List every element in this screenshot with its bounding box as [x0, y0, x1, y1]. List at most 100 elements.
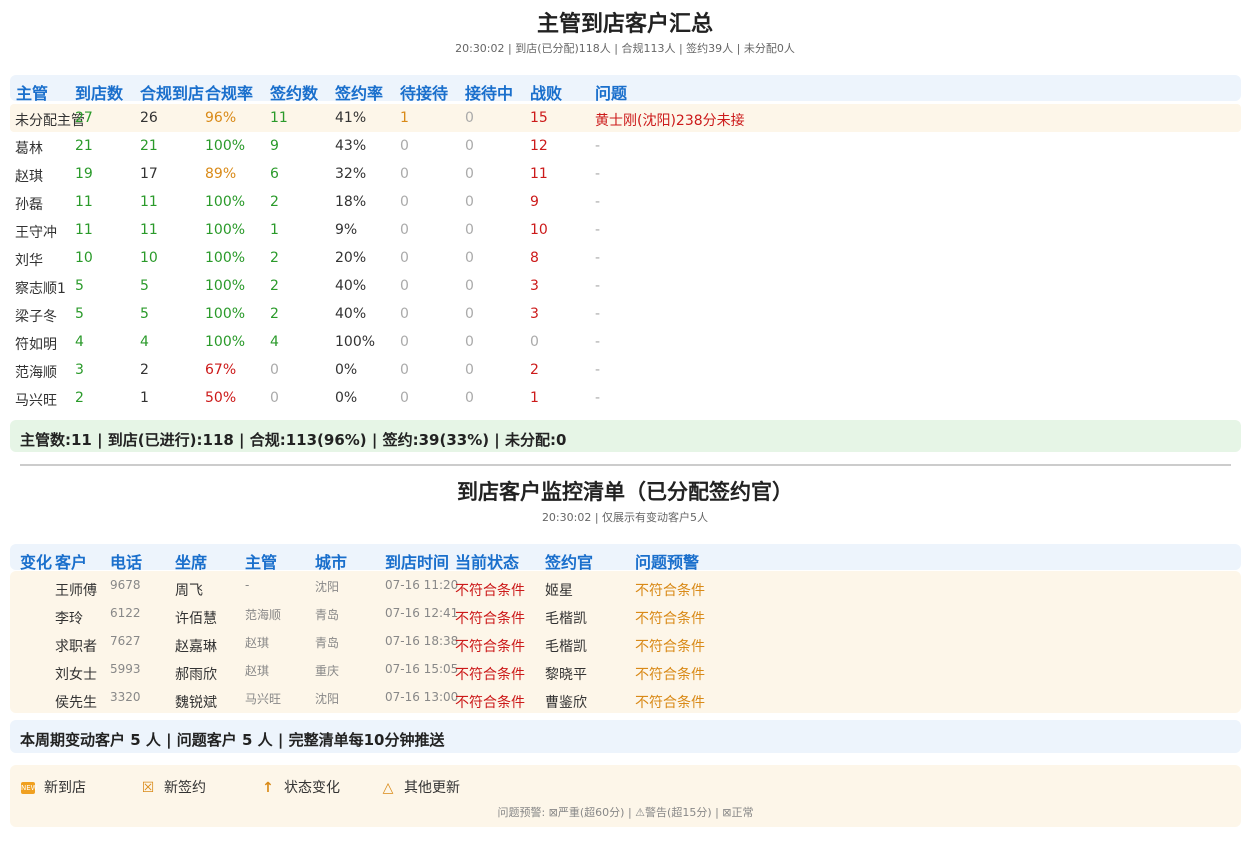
col-issue[interactable]: 问题	[595, 80, 627, 104]
cell-waiting: 0	[400, 334, 409, 350]
col-rate[interactable]: 合规率	[205, 80, 253, 104]
col-waiting[interactable]: 待接待	[400, 80, 448, 104]
cell-rate: 100%	[205, 222, 246, 238]
col-customer[interactable]: 客户	[55, 549, 87, 573]
table-row[interactable]: 符如明 4 4 100% 4 100% 0 0 0 -	[10, 328, 1241, 356]
col-compliant[interactable]: 合规到店	[140, 80, 204, 104]
cell-customer: 求职者	[55, 639, 97, 655]
table-row[interactable]: 求职者 7627 赵嘉琳 赵琪 青岛 07-16 18:38 不符合条件 毛楷凯 不符合条件	[10, 630, 1241, 658]
cell-warning: 不符合条件	[635, 667, 705, 683]
summary-footer: 主管数:11 | 到店(已进行):118 | 合规:113(96%) | 签约:…	[10, 420, 1241, 452]
box-x-icon: ☒	[141, 780, 155, 796]
cell-agent: 许佰慧	[175, 611, 217, 627]
col-phone[interactable]: 电话	[110, 549, 142, 573]
section-divider	[20, 464, 1231, 466]
cell-waiting: 0	[400, 250, 409, 266]
cell-serving: 0	[465, 362, 474, 378]
col-serving[interactable]: 接待中	[465, 80, 513, 104]
cell-manager: 刘华	[15, 253, 43, 269]
cell-city: 沈阳	[315, 692, 340, 706]
col-lost[interactable]: 战败	[530, 80, 562, 104]
cell-issue: -	[595, 250, 601, 266]
col-supervisor[interactable]: 主管	[245, 549, 277, 573]
cell-serving: 0	[465, 306, 474, 322]
table-row[interactable]: 王师傅 9678 周飞 - 沈阳 07-16 11:20 不符合条件 姬星 不符合条件	[10, 574, 1241, 602]
cell-phone: 9678	[110, 578, 141, 592]
cell-manager: 赵琪	[15, 169, 43, 185]
cell-waiting: 0	[400, 138, 409, 154]
new-badge-icon: NEW	[21, 782, 38, 794]
table-row[interactable]: 梁子冬 5 5 100% 2 40% 0 0 3 -	[10, 300, 1241, 328]
col-agent[interactable]: 坐席	[175, 549, 207, 573]
cell-sign-rate: 40%	[335, 306, 367, 322]
cell-status: 不符合条件	[455, 611, 525, 627]
cell-waiting: 0	[400, 390, 409, 406]
triangle-icon: △	[382, 780, 394, 796]
legend-new-arrival: NEW 新到店	[20, 777, 86, 797]
col-warning[interactable]: 问题预警	[635, 549, 699, 573]
col-sign-rate[interactable]: 签约率	[335, 80, 383, 104]
cell-customer: 王师傅	[55, 583, 97, 599]
cell-arrive-time: 07-16 15:05	[385, 662, 459, 676]
cell-officer: 毛楷凯	[545, 639, 587, 655]
cell-arrive: 27	[75, 110, 93, 126]
cell-arrive-time: 07-16 11:20	[385, 578, 459, 592]
cell-rate: 100%	[205, 138, 246, 154]
cell-signed: 9	[270, 138, 279, 154]
col-manager[interactable]: 主管	[16, 80, 48, 104]
cell-sign-rate: 9%	[335, 222, 358, 238]
cell-issue: -	[595, 166, 601, 182]
table-row[interactable]: 马兴旺 2 1 50% 0 0% 0 0 1 -	[10, 384, 1241, 412]
cell-issue: -	[595, 334, 601, 350]
table-row[interactable]: 赵琪 19 17 89% 6 32% 0 0 11 -	[10, 160, 1241, 188]
table-row[interactable]: 刘女士 5993 郝雨欣 赵琪 重庆 07-16 15:05 不符合条件 黎晓平 不符合条件	[10, 658, 1241, 686]
cell-phone: 3320	[110, 690, 141, 704]
col-city[interactable]: 城市	[315, 549, 347, 573]
cell-issue: -	[595, 362, 601, 378]
col-status[interactable]: 当前状态	[455, 549, 519, 573]
cell-manager: 符如明	[15, 337, 57, 353]
cell-manager: 葛林	[15, 141, 43, 157]
cell-waiting: 0	[400, 222, 409, 238]
table-row[interactable]: 察志顺1 5 5 100% 2 40% 0 0 3 -	[10, 272, 1241, 300]
col-arrive-time[interactable]: 到店时间	[385, 549, 449, 573]
table-row[interactable]: 侯先生 3320 魏锐斌 马兴旺 沈阳 07-16 13:00 不符合条件 曹鉴欣 不符合条件	[10, 686, 1241, 714]
cell-arrive: 10	[75, 250, 93, 266]
table-row[interactable]: 李玲 6122 许佰慧 范海顺 青岛 07-16 12:41 不符合条件 毛楷凯 不符合条件	[10, 602, 1241, 630]
cell-issue: -	[595, 194, 601, 210]
col-change[interactable]: 变化	[20, 549, 52, 573]
col-arrive[interactable]: 到店数	[75, 80, 123, 104]
cell-compliant: 21	[140, 138, 158, 154]
cell-issue: 黄士刚(沈阳)238分未接	[595, 113, 745, 129]
cell-lost: 2	[530, 362, 539, 378]
warning-legend-note: 问题预警: ⊠严重(超60分) | ⚠警告(超15分) | ⊠正常	[497, 806, 754, 819]
summary-title: 主管到店客户汇总	[536, 12, 713, 37]
table-row[interactable]: 孙磊 11 11 100% 2 18% 0 0 9 -	[10, 188, 1241, 216]
cell-waiting: 0	[400, 278, 409, 294]
cell-phone: 7627	[110, 634, 141, 648]
table-row[interactable]: 范海顺 3 2 67% 0 0% 0 0 2 -	[10, 356, 1241, 384]
table-row[interactable]: 葛林 21 21 100% 9 43% 0 0 12 -	[10, 132, 1241, 160]
monitor-title: 到店客户监控清单（已分配签约官）	[457, 480, 793, 504]
cell-serving: 0	[465, 194, 474, 210]
monitor-subtitle: 20:30:02 | 仅展示有变动客户5人	[541, 511, 709, 524]
cell-supervisor: 范海顺	[245, 608, 282, 622]
summary-subtitle: 20:30:02 | 到店(已分配)118人 | 合规113人 | 签约39人 …	[455, 42, 795, 55]
cell-city: 重庆	[315, 664, 340, 678]
table-row[interactable]: 王守冲 11 11 100% 1 9% 0 0 10 -	[10, 216, 1241, 244]
table-row[interactable]: 未分配主管 27 26 96% 11 41% 1 0 15 黄士刚(沈阳)238分未接	[10, 104, 1241, 132]
cell-arrive: 11	[75, 222, 93, 238]
cell-rate: 50%	[205, 390, 237, 406]
table-row[interactable]: 刘华 10 10 100% 2 20% 0 0 8 -	[10, 244, 1241, 272]
col-signed[interactable]: 签约数	[270, 80, 318, 104]
cell-lost: 12	[530, 138, 548, 154]
cell-agent: 周飞	[175, 583, 203, 599]
cell-supervisor: -	[245, 578, 250, 592]
cell-compliant: 17	[140, 166, 158, 182]
cell-phone: 6122	[110, 606, 141, 620]
cell-arrive: 5	[75, 306, 84, 322]
cell-warning: 不符合条件	[635, 695, 705, 711]
cell-sign-rate: 20%	[335, 250, 367, 266]
summary-footer-text: 主管数:11 | 到店(已进行):118 | 合规:113(96%) | 签约:…	[20, 431, 567, 449]
col-officer[interactable]: 签约官	[545, 549, 593, 573]
